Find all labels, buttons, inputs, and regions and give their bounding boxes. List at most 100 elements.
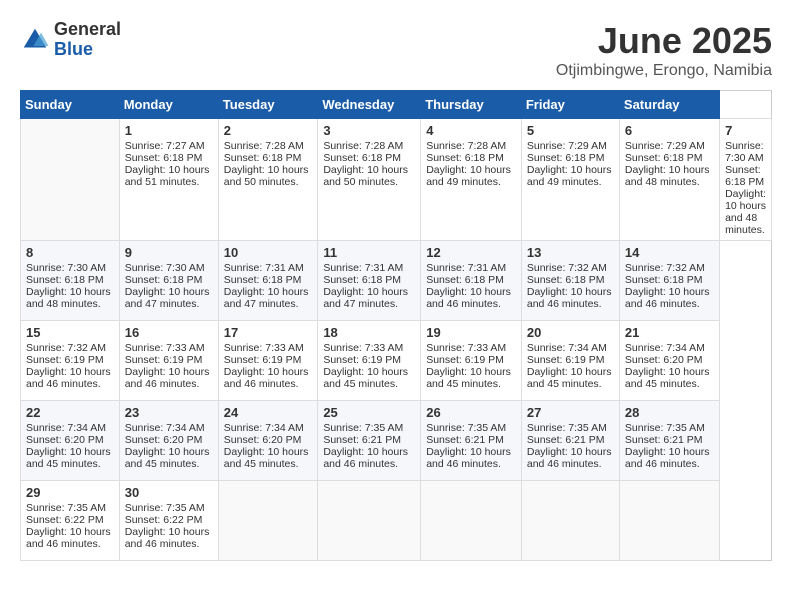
day-number: 6 xyxy=(625,123,714,138)
day-number: 3 xyxy=(323,123,415,138)
sunset-time: Sunset: 6:21 PM xyxy=(426,434,504,446)
calendar-cell: 24Sunrise: 7:34 AMSunset: 6:20 PMDayligh… xyxy=(218,401,318,481)
day-number: 10 xyxy=(224,245,313,260)
calendar-cell: 9Sunrise: 7:30 AMSunset: 6:18 PMDaylight… xyxy=(119,241,218,321)
day-number: 18 xyxy=(323,325,415,340)
daylight-label: Daylight: 10 hours and 48 minutes. xyxy=(725,188,766,236)
calendar-week-row: 15Sunrise: 7:32 AMSunset: 6:19 PMDayligh… xyxy=(21,321,772,401)
calendar-cell: 17 Sunrise: 7:33 AMSunset: 6:19 PMDayligh… xyxy=(218,321,318,401)
day-header-saturday: Saturday xyxy=(619,91,719,119)
calendar-cell: 16 Sunrise: 7:33 AMSunset: 6:19 PMDayligh… xyxy=(119,321,218,401)
daylight-label: Daylight: 10 hours and 51 minutes. xyxy=(125,164,210,188)
day-number: 16 xyxy=(125,325,213,340)
day-number: 17 xyxy=(224,325,313,340)
daylight-label: Daylight: 10 hours and 50 minutes. xyxy=(323,164,408,188)
sunset-time: Sunset: 6:22 PM xyxy=(26,514,104,526)
daylight-label: Daylight: 10 hours and 48 minutes. xyxy=(26,286,111,310)
calendar-header-row: SundayMondayTuesdayWednesdayThursdayFrid… xyxy=(21,91,772,119)
daylight-label: Daylight: 10 hours and 47 minutes. xyxy=(224,286,309,310)
daylight-label: Daylight: 10 hours and 46 minutes. xyxy=(527,286,612,310)
sunset-time: Sunset: 6:21 PM xyxy=(527,434,605,446)
calendar-week-row: 1Sunrise: 7:27 AMSunset: 6:18 PMDaylight… xyxy=(21,119,772,241)
logo-general-text: General xyxy=(54,20,121,40)
calendar-cell: 27Sunrise: 7:35 AMSunset: 6:21 PMDayligh… xyxy=(521,401,619,481)
sunset-time: Sunset: 6:20 PM xyxy=(625,354,703,366)
sunrise-time: Sunrise: 7:30 AM xyxy=(125,262,205,274)
daylight-label: Daylight: 10 hours and 46 minutes. xyxy=(224,366,309,390)
day-header-sunday: Sunday xyxy=(21,91,120,119)
sunrise-time: Sunrise: 7:33 AM xyxy=(224,342,304,354)
sunrise-time: Sunrise: 7:33 AM xyxy=(426,342,506,354)
calendar-cell: 21Sunrise: 7:34 AMSunset: 6:20 PMDayligh… xyxy=(619,321,719,401)
daylight-label: Daylight: 10 hours and 45 minutes. xyxy=(323,366,408,390)
calendar-cell: 3Sunrise: 7:28 AMSunset: 6:18 PMDaylight… xyxy=(318,119,421,241)
daylight-label: Daylight: 10 hours and 46 minutes. xyxy=(625,446,710,470)
sunrise-time: Sunrise: 7:34 AM xyxy=(527,342,607,354)
sunset-time: Sunset: 6:18 PM xyxy=(426,274,504,286)
sunset-time: Sunset: 6:19 PM xyxy=(426,354,504,366)
calendar-cell: 5Sunrise: 7:29 AMSunset: 6:18 PMDaylight… xyxy=(521,119,619,241)
sunset-time: Sunset: 6:21 PM xyxy=(625,434,703,446)
sunset-time: Sunset: 6:18 PM xyxy=(26,274,104,286)
day-number: 26 xyxy=(426,405,516,420)
calendar-week-row: 8Sunrise: 7:30 AMSunset: 6:18 PMDaylight… xyxy=(21,241,772,321)
sunset-time: Sunset: 6:18 PM xyxy=(323,274,401,286)
calendar-cell: 8Sunrise: 7:30 AMSunset: 6:18 PMDaylight… xyxy=(21,241,120,321)
page-header: General Blue June 2025 Otjimbingwe, Eron… xyxy=(20,20,772,80)
calendar-cell: 20Sunrise: 7:34 AMSunset: 6:19 PMDayligh… xyxy=(521,321,619,401)
daylight-label: Daylight: 10 hours and 46 minutes. xyxy=(26,366,111,390)
sunrise-time: Sunrise: 7:33 AM xyxy=(125,342,205,354)
sunset-time: Sunset: 6:18 PM xyxy=(224,152,302,164)
day-number: 4 xyxy=(426,123,516,138)
daylight-label: Daylight: 10 hours and 45 minutes. xyxy=(625,366,710,390)
daylight-label: Daylight: 10 hours and 46 minutes. xyxy=(26,526,111,550)
daylight-label: Daylight: 10 hours and 45 minutes. xyxy=(224,446,309,470)
daylight-label: Daylight: 10 hours and 46 minutes. xyxy=(426,286,511,310)
day-number: 12 xyxy=(426,245,516,260)
day-header-thursday: Thursday xyxy=(421,91,522,119)
day-number: 22 xyxy=(26,405,114,420)
sunset-time: Sunset: 6:18 PM xyxy=(527,274,605,286)
sunrise-time: Sunrise: 7:34 AM xyxy=(125,422,205,434)
daylight-label: Daylight: 10 hours and 45 minutes. xyxy=(426,366,511,390)
sunset-time: Sunset: 6:18 PM xyxy=(125,274,203,286)
daylight-label: Daylight: 10 hours and 46 minutes. xyxy=(125,366,210,390)
day-number: 5 xyxy=(527,123,614,138)
daylight-label: Daylight: 10 hours and 49 minutes. xyxy=(426,164,511,188)
sunrise-time: Sunrise: 7:31 AM xyxy=(426,262,506,274)
daylight-label: Daylight: 10 hours and 46 minutes. xyxy=(323,446,408,470)
sunset-time: Sunset: 6:18 PM xyxy=(224,274,302,286)
sunrise-time: Sunrise: 7:35 AM xyxy=(527,422,607,434)
sunset-time: Sunset: 6:19 PM xyxy=(224,354,302,366)
sunset-time: Sunset: 6:21 PM xyxy=(323,434,401,446)
sunset-time: Sunset: 6:18 PM xyxy=(725,164,764,188)
calendar-cell: 23Sunrise: 7:34 AMSunset: 6:20 PMDayligh… xyxy=(119,401,218,481)
sunrise-time: Sunrise: 7:34 AM xyxy=(26,422,106,434)
sunset-time: Sunset: 6:18 PM xyxy=(125,152,203,164)
day-number: 13 xyxy=(527,245,614,260)
month-title: June 2025 xyxy=(556,20,772,62)
sunrise-time: Sunrise: 7:35 AM xyxy=(625,422,705,434)
day-number: 25 xyxy=(323,405,415,420)
daylight-label: Daylight: 10 hours and 45 minutes. xyxy=(26,446,111,470)
day-header-tuesday: Tuesday xyxy=(218,91,318,119)
calendar-cell: 14Sunrise: 7:32 AMSunset: 6:18 PMDayligh… xyxy=(619,241,719,321)
sunset-time: Sunset: 6:20 PM xyxy=(224,434,302,446)
sunset-time: Sunset: 6:19 PM xyxy=(125,354,203,366)
sunset-time: Sunset: 6:19 PM xyxy=(527,354,605,366)
daylight-label: Daylight: 10 hours and 47 minutes. xyxy=(323,286,408,310)
day-number: 30 xyxy=(125,485,213,500)
calendar-week-row: 22Sunrise: 7:34 AMSunset: 6:20 PMDayligh… xyxy=(21,401,772,481)
calendar-cell xyxy=(421,481,522,561)
sunrise-time: Sunrise: 7:35 AM xyxy=(323,422,403,434)
day-number: 19 xyxy=(426,325,516,340)
sunset-time: Sunset: 6:20 PM xyxy=(125,434,203,446)
day-number: 8 xyxy=(26,245,114,260)
sunset-time: Sunset: 6:22 PM xyxy=(125,514,203,526)
calendar-cell xyxy=(21,119,120,241)
sunrise-time: Sunrise: 7:28 AM xyxy=(426,140,506,152)
daylight-label: Daylight: 10 hours and 46 minutes. xyxy=(625,286,710,310)
day-number: 20 xyxy=(527,325,614,340)
calendar-cell: 2Sunrise: 7:28 AMSunset: 6:18 PMDaylight… xyxy=(218,119,318,241)
sunset-time: Sunset: 6:18 PM xyxy=(527,152,605,164)
